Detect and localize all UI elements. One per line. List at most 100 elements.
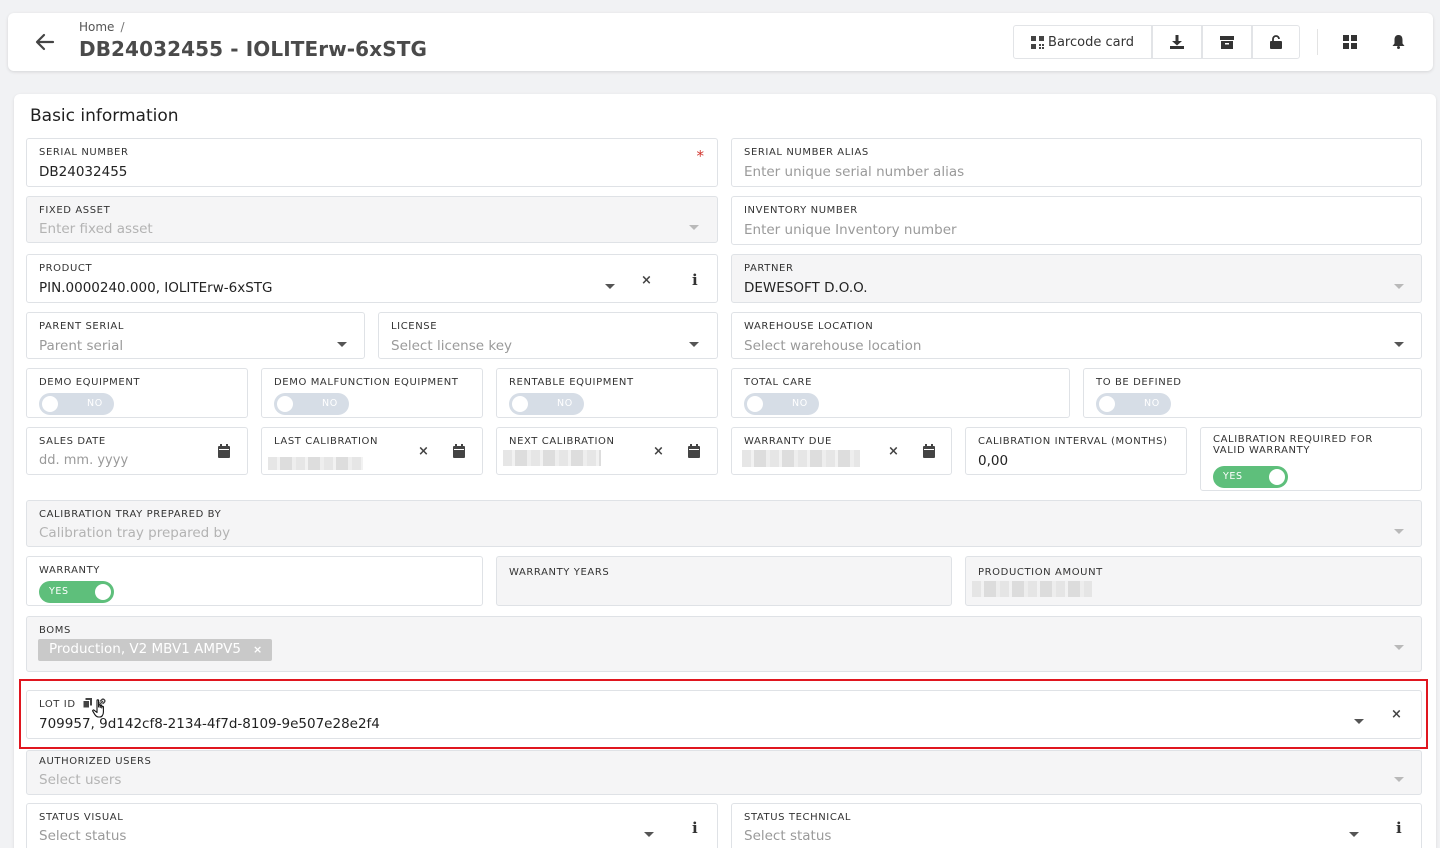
warranty-field: WARRANTY YES xyxy=(26,556,483,606)
info-icon[interactable]: i xyxy=(1396,819,1402,837)
warranty-years-label: WARRANTY YEARS xyxy=(509,567,610,578)
calendar-icon[interactable] xyxy=(452,444,466,458)
clear-icon[interactable]: × xyxy=(418,444,429,459)
unlock-button[interactable] xyxy=(1252,25,1300,59)
inventory-number-field[interactable]: INVENTORY NUMBER Enter unique Inventory … xyxy=(731,196,1422,245)
warehouse-location-field[interactable]: WAREHOUSE LOCATION Select warehouse loca… xyxy=(731,312,1422,359)
authorized-users-field[interactable]: AUTHORIZED USERS Select users xyxy=(26,750,1422,795)
status-technical-label: STATUS TECHNICAL xyxy=(744,812,852,823)
production-amount-field: PRODUCTION AMOUNT xyxy=(965,556,1422,606)
demo-equipment-label: DEMO EQUIPMENT xyxy=(39,377,141,388)
download-button[interactable] xyxy=(1152,25,1202,59)
calendar-icon[interactable] xyxy=(217,444,231,458)
calibration-tray-placeholder: Calibration tray prepared by xyxy=(39,525,231,541)
status-visual-label: STATUS VISUAL xyxy=(39,812,124,823)
calibration-tray-label: CALIBRATION TRAY PREPARED BY xyxy=(39,509,222,520)
sales-date-field[interactable]: SALES DATE dd. mm. yyyy xyxy=(26,427,248,475)
toggle-state: NO xyxy=(322,398,338,409)
license-field[interactable]: LICENSE Select license key xyxy=(378,312,718,359)
calibration-required-toggle[interactable]: YES xyxy=(1213,466,1288,488)
info-icon[interactable]: i xyxy=(692,271,698,289)
demo-equipment-toggle[interactable]: NO xyxy=(39,393,114,415)
chevron-down-icon xyxy=(1394,777,1404,782)
archive-icon xyxy=(1220,35,1234,49)
clear-icon[interactable]: × xyxy=(653,444,664,459)
total-care-toggle[interactable]: NO xyxy=(744,393,819,415)
breadcrumb-home-link[interactable]: Home xyxy=(79,20,114,34)
warranty-toggle[interactable]: YES xyxy=(39,581,114,603)
serial-number-value: DB24032455 xyxy=(39,164,128,180)
barcode-card-label: Barcode card xyxy=(1048,34,1134,50)
serial-alias-placeholder: Enter unique serial number alias xyxy=(744,164,965,180)
inventory-number-label: INVENTORY NUMBER xyxy=(744,205,858,216)
grid-view-icon[interactable] xyxy=(1341,33,1359,51)
page-header: Home / DB24032455 - IOLITErw-6xSTG Barcod… xyxy=(8,13,1433,71)
warranty-due-label: WARRANTY DUE xyxy=(744,436,832,447)
next-calibration-label: NEXT CALIBRATION xyxy=(509,436,615,447)
redacted-value xyxy=(503,450,601,466)
calendar-icon[interactable] xyxy=(922,444,936,458)
calendar-icon[interactable] xyxy=(687,444,701,458)
calibration-tray-field[interactable]: CALIBRATION TRAY PREPARED BY Calibration… xyxy=(26,500,1422,547)
sales-date-placeholder: dd. mm. yyyy xyxy=(39,453,129,468)
calibration-interval-label: CALIBRATION INTERVAL (MONTHS) xyxy=(978,436,1168,447)
barcode-card-button[interactable]: Barcode card xyxy=(1013,25,1152,59)
back-arrow-icon[interactable] xyxy=(34,31,56,53)
warranty-years-field: WARRANTY YEARS xyxy=(496,556,952,606)
warranty-label: WARRANTY xyxy=(39,565,101,576)
serial-alias-field[interactable]: SERIAL NUMBER ALIAS Enter unique serial … xyxy=(731,138,1422,187)
toggle-state: YES xyxy=(49,586,69,597)
status-technical-field[interactable]: STATUS TECHNICAL Select status i xyxy=(731,803,1422,848)
parent-serial-field[interactable]: PARENT SERIAL Parent serial xyxy=(26,312,365,359)
chevron-down-icon[interactable] xyxy=(644,832,654,837)
production-amount-label: PRODUCTION AMOUNT xyxy=(978,567,1103,578)
info-icon[interactable]: i xyxy=(692,819,698,837)
chevron-down-icon[interactable] xyxy=(605,284,615,289)
label-line: VALID WARRANTY xyxy=(1213,445,1311,456)
partner-value: DEWESOFT D.O.O. xyxy=(744,280,868,296)
demo-malfunction-toggle[interactable]: NO xyxy=(274,393,349,415)
authorized-users-label: AUTHORIZED USERS xyxy=(39,756,152,767)
chip-remove-icon[interactable]: × xyxy=(253,643,262,656)
fixed-asset-label: FIXED ASSET xyxy=(39,205,111,216)
unlock-icon xyxy=(1270,35,1282,49)
breadcrumb-separator: / xyxy=(120,20,125,34)
status-visual-field[interactable]: STATUS VISUAL Select status i xyxy=(26,803,718,848)
toggle-state: YES xyxy=(1223,471,1243,482)
bell-icon[interactable] xyxy=(1389,33,1407,51)
chevron-down-icon xyxy=(1394,342,1404,347)
chevron-down-icon[interactable] xyxy=(1349,832,1359,837)
toggle-state: NO xyxy=(792,398,808,409)
license-label: LICENSE xyxy=(391,321,438,332)
total-care-field: TOTAL CARE NO xyxy=(731,368,1070,418)
rentable-equipment-toggle[interactable]: NO xyxy=(509,393,584,415)
chevron-down-icon xyxy=(1394,284,1404,289)
calibration-interval-value: 0,00 xyxy=(978,453,1009,469)
parent-serial-label: PARENT SERIAL xyxy=(39,321,125,332)
qr-code-icon xyxy=(1031,35,1045,49)
chevron-down-icon xyxy=(689,225,699,230)
warranty-due-field[interactable]: WARRANTY DUE × xyxy=(731,427,952,475)
redacted-value xyxy=(268,457,363,470)
redacted-value xyxy=(972,581,1092,597)
calibration-required-label: CALIBRATION REQUIRED FOR VALID WARRANTY xyxy=(1213,434,1373,456)
partner-field[interactable]: PARTNER DEWESOFT D.O.O. xyxy=(731,254,1422,303)
clear-icon[interactable]: × xyxy=(888,444,899,459)
archive-button[interactable] xyxy=(1202,25,1252,59)
serial-number-field[interactable]: SERIAL NUMBER * DB24032455 xyxy=(26,138,718,187)
last-calibration-label: LAST CALIBRATION xyxy=(274,436,379,447)
demo-malfunction-label: DEMO MALFUNCTION EQUIPMENT xyxy=(274,377,459,388)
boms-field[interactable]: BOMS Production, V2 MBV1 AMPV5 × xyxy=(26,616,1422,672)
download-icon xyxy=(1170,35,1184,49)
chevron-down-icon xyxy=(1394,645,1404,650)
chevron-down-icon xyxy=(337,342,347,347)
to-be-defined-toggle[interactable]: NO xyxy=(1096,393,1171,415)
next-calibration-field[interactable]: NEXT CALIBRATION × xyxy=(496,427,718,475)
product-field[interactable]: PRODUCT PIN.0000240.000, IOLITErw-6xSTG … xyxy=(26,254,718,303)
last-calibration-field[interactable]: LAST CALIBRATION × xyxy=(261,427,483,475)
chevron-down-icon xyxy=(1394,529,1404,534)
clear-icon[interactable]: × xyxy=(641,273,652,288)
calibration-interval-field[interactable]: CALIBRATION INTERVAL (MONTHS) 0,00 xyxy=(965,427,1187,475)
to-be-defined-field: TO BE DEFINED NO xyxy=(1083,368,1422,418)
fixed-asset-field[interactable]: FIXED ASSET Enter fixed asset xyxy=(26,196,718,243)
